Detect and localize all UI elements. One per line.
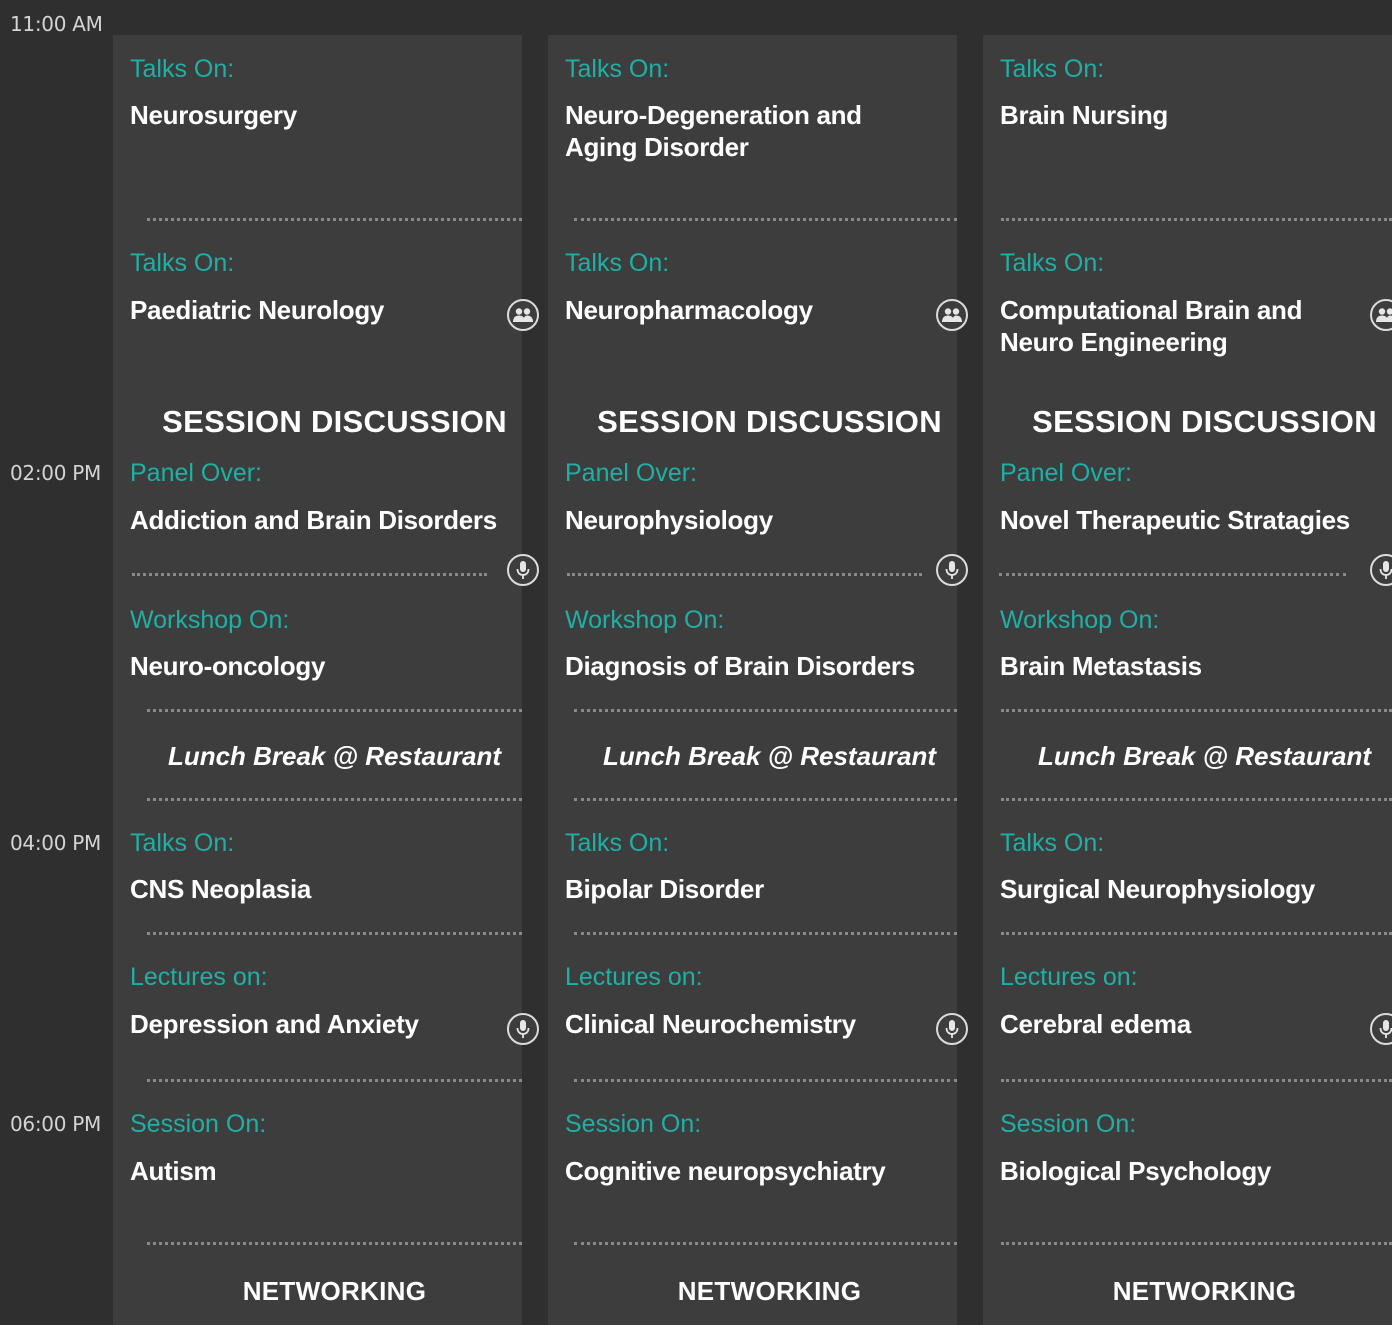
talk-title: Brain Nursing [1000, 100, 1169, 130]
dotted-divider [1001, 1079, 1392, 1082]
workshop-title: Brain Metastasis [1000, 651, 1202, 681]
session-discussion-heading: SESSION DISCUSSION [597, 404, 942, 439]
talk-label: Talks On: [565, 829, 670, 857]
talk-label: Talks On: [565, 55, 670, 83]
session-discussion-heading: SESSION DISCUSSION [162, 404, 507, 439]
microphone-icon[interactable] [507, 1013, 539, 1045]
networking-label: NETWORKING [677, 1276, 862, 1306]
panel-title: Addiction and Brain Disorders [130, 505, 497, 535]
networking-label: NETWORKING [242, 1276, 427, 1306]
networking-label: NETWORKING [1112, 1276, 1297, 1306]
dotted-divider [574, 932, 957, 935]
dotted-divider [1001, 1242, 1392, 1245]
talk-label: Talks On: [130, 829, 235, 857]
lunch-break: Lunch Break @ Restaurant [167, 741, 502, 771]
lecture-title: Clinical Neurochemistry [565, 1009, 856, 1039]
talk-title: Neuropharmacology [565, 295, 813, 325]
workshop-label: Workshop On: [130, 606, 290, 634]
lunch-break: Lunch Break @ Restaurant [1037, 741, 1372, 771]
talk-title: Computational Brain and Neuro Engineerin… [1000, 295, 1303, 357]
lecture-label: Lectures on: [1000, 963, 1138, 991]
microphone-icon[interactable] [1370, 554, 1392, 586]
lecture-label: Lectures on: [565, 963, 703, 991]
dotted-divider [1001, 709, 1392, 712]
talk-title: Surgical Neurophysiology [1000, 874, 1315, 904]
dotted-divider [147, 218, 522, 221]
talk-label: Talks On: [130, 55, 235, 83]
dotted-divider [999, 573, 1346, 576]
panel-label: Panel Over: [1000, 459, 1133, 487]
dotted-divider [1001, 932, 1392, 935]
microphone-icon[interactable] [507, 554, 539, 586]
talk-title: Neuro-Degeneration and Aging Disorder [565, 100, 862, 162]
talk-label: Talks On: [565, 249, 670, 277]
dotted-divider [147, 1079, 522, 1082]
schedule-column-2: Talks On: Neuro-Degeneration and Aging D… [548, 35, 968, 1325]
dotted-divider [147, 798, 522, 801]
dotted-divider [147, 709, 522, 712]
talk-title: Paediatric Neurology [130, 295, 385, 325]
lecture-label: Lectures on: [130, 963, 268, 991]
panel-title: Novel Therapeutic Stratagies [1000, 505, 1350, 535]
talk-label: Talks On: [1000, 829, 1105, 857]
session-label: Session On: [130, 1110, 267, 1138]
panel-title: Neurophysiology [565, 505, 773, 535]
workshop-title: Diagnosis of Brain Disorders [565, 651, 915, 681]
workshop-title: Neuro-oncology [130, 651, 326, 681]
lecture-title: Cerebral edema [1000, 1009, 1191, 1039]
talk-title: Bipolar Disorder [565, 874, 764, 904]
microphone-icon[interactable] [1370, 1013, 1392, 1045]
microphone-icon[interactable] [936, 1013, 968, 1045]
group-icon[interactable] [1370, 299, 1392, 331]
group-icon[interactable] [936, 299, 968, 331]
workshop-label: Workshop On: [565, 606, 725, 634]
lecture-title: Depression and Anxiety [130, 1009, 419, 1039]
time-label-0200: 02:00 PM [10, 461, 101, 485]
talk-label: Talks On: [130, 249, 235, 277]
microphone-icon[interactable] [936, 554, 968, 586]
dotted-divider [574, 1079, 957, 1082]
lunch-break: Lunch Break @ Restaurant [602, 741, 937, 771]
session-label: Session On: [1000, 1110, 1137, 1138]
dotted-divider [574, 798, 957, 801]
dotted-divider [132, 573, 487, 576]
panel-label: Panel Over: [565, 459, 698, 487]
session-discussion-heading: SESSION DISCUSSION [1032, 404, 1377, 439]
session-title: Biological Psychology [1000, 1156, 1272, 1186]
session-label: Session On: [565, 1110, 702, 1138]
time-label-0600: 06:00 PM [10, 1112, 101, 1136]
dotted-divider [567, 573, 922, 576]
schedule-column-3: Talks On: Brain Nursing Talks On: Comput… [983, 35, 1392, 1325]
dotted-divider [574, 709, 957, 712]
time-label-1100: 11:00 AM [10, 12, 103, 36]
dotted-divider [574, 1242, 957, 1245]
talk-title: Neurosurgery [130, 100, 297, 130]
dotted-divider [147, 1242, 522, 1245]
dotted-divider [1001, 218, 1392, 221]
dotted-divider [147, 932, 522, 935]
talk-title: CNS Neoplasia [130, 874, 312, 904]
schedule-column-1: Talks On: Neurosurgery Talks On: Paediat… [113, 35, 539, 1325]
group-icon[interactable] [507, 299, 539, 331]
time-label-0400: 04:00 PM [10, 831, 101, 855]
talk-label: Talks On: [1000, 55, 1105, 83]
dotted-divider [1001, 798, 1392, 801]
session-title: Cognitive neuropsychiatry [565, 1156, 886, 1186]
workshop-label: Workshop On: [1000, 606, 1160, 634]
dotted-divider [574, 218, 957, 221]
panel-label: Panel Over: [130, 459, 263, 487]
talk-label: Talks On: [1000, 249, 1105, 277]
session-title: Autism [130, 1156, 217, 1186]
